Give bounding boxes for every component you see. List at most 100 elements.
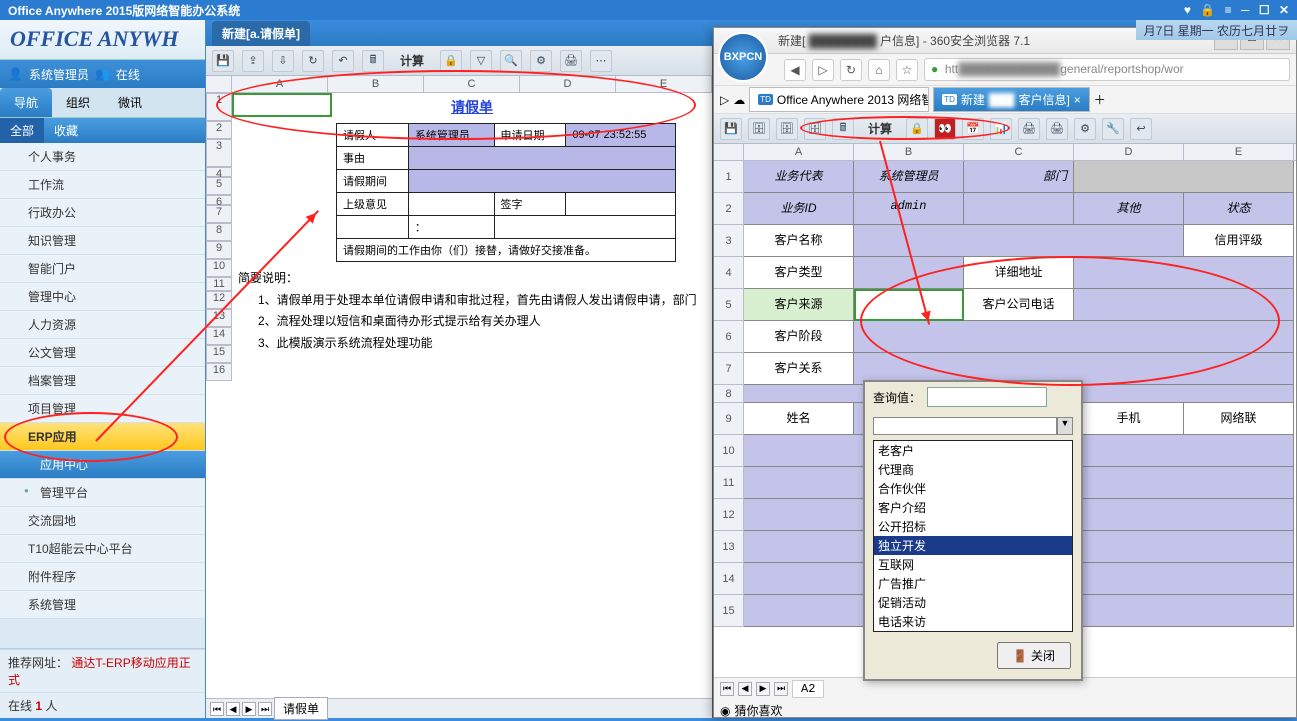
row-2[interactable]: 2 bbox=[206, 121, 232, 139]
tab2-close-icon[interactable]: × bbox=[1074, 93, 1081, 107]
row-8[interactable]: 8 bbox=[206, 223, 232, 241]
cell-custtype-val[interactable] bbox=[854, 257, 964, 289]
refresh-icon[interactable]: ↻ bbox=[302, 50, 324, 72]
bw-lock-icon[interactable]: 🔒 bbox=[906, 118, 928, 140]
row-11[interactable]: 11 bbox=[206, 277, 232, 291]
corner-cell[interactable] bbox=[206, 76, 232, 92]
bw-nav-next[interactable]: ▶ bbox=[756, 682, 770, 696]
bw-calc-icon[interactable]: 🖩 bbox=[832, 118, 854, 140]
combo-input[interactable] bbox=[873, 417, 1057, 435]
radio-icon[interactable]: ◉ bbox=[720, 704, 730, 718]
bw-db3-icon[interactable]: 🗄 bbox=[804, 118, 826, 140]
bw-rh-2[interactable]: 2 bbox=[714, 193, 744, 225]
opt-5[interactable]: 独立开发 bbox=[874, 536, 1072, 555]
lock-icon[interactable]: 🔒 bbox=[440, 50, 462, 72]
bw-rh-5[interactable]: 5 bbox=[714, 289, 744, 321]
bw-col-d[interactable]: D bbox=[1074, 144, 1184, 160]
menu-addon[interactable]: 附件程序 bbox=[0, 563, 205, 591]
bw-col-e[interactable]: E bbox=[1184, 144, 1294, 160]
menu-icon[interactable]: ≡ bbox=[1225, 3, 1232, 17]
bw-rh-4[interactable]: 4 bbox=[714, 257, 744, 289]
col-b[interactable]: B bbox=[328, 76, 424, 92]
close-button[interactable]: 🚪 关闭 bbox=[997, 642, 1071, 669]
row-10[interactable]: 10 bbox=[206, 259, 232, 277]
bw-corner[interactable] bbox=[714, 144, 744, 160]
cell-sign-val[interactable] bbox=[566, 193, 676, 216]
nav-tab-zuzhi[interactable]: 组织 bbox=[52, 88, 104, 117]
url-field[interactable]: ● htt████████████general/reportshop/wor bbox=[924, 58, 1290, 81]
row-1[interactable]: 1 bbox=[206, 93, 232, 121]
sub-tab-all[interactable]: 全部 bbox=[0, 118, 44, 143]
more-icon[interactable]: ⋯ bbox=[590, 50, 612, 72]
bw-tools-icon[interactable]: 🔧 bbox=[1102, 118, 1124, 140]
cell-custphone-val[interactable] bbox=[1074, 289, 1294, 321]
sheet-nav-last[interactable]: ⏭ bbox=[258, 702, 272, 716]
bw-rh-3[interactable]: 3 bbox=[714, 225, 744, 257]
save-icon[interactable]: 💾 bbox=[212, 50, 234, 72]
bw-save-icon[interactable]: 💾 bbox=[720, 118, 742, 140]
binoculars-icon[interactable]: 🔍 bbox=[500, 50, 522, 72]
row-13[interactable]: 13 bbox=[206, 309, 232, 327]
print-icon[interactable]: 🖨 bbox=[560, 50, 582, 72]
bw-calc-button[interactable]: 计算 bbox=[860, 117, 900, 140]
calc-button[interactable]: 计算 bbox=[392, 49, 432, 72]
sheet-nav-prev[interactable]: ◀ bbox=[226, 702, 240, 716]
nav-tab-daohang[interactable]: 导航 bbox=[0, 88, 52, 117]
menu-admin[interactable]: 行政办公 bbox=[0, 199, 205, 227]
menu-workflow[interactable]: 工作流 bbox=[0, 171, 205, 199]
menu-archive[interactable]: 档案管理 bbox=[0, 367, 205, 395]
bw-exit-icon[interactable]: ↩ bbox=[1130, 118, 1152, 140]
col-d[interactable]: D bbox=[520, 76, 616, 92]
bw-rh-8[interactable]: 8 bbox=[714, 385, 744, 403]
query-input[interactable] bbox=[927, 387, 1047, 407]
bw-rh-12[interactable]: 12 bbox=[714, 499, 744, 531]
cell-dept-val[interactable] bbox=[1074, 161, 1294, 193]
bw-rh-11[interactable]: 11 bbox=[714, 467, 744, 499]
sub-tab-fav[interactable]: 收藏 bbox=[44, 118, 88, 143]
row-9[interactable]: 9 bbox=[206, 241, 232, 259]
cloud-icon[interactable]: ☁ bbox=[733, 93, 745, 107]
lock-icon[interactable]: 🔒 bbox=[1200, 3, 1215, 17]
bw-col-b[interactable]: B bbox=[854, 144, 964, 160]
menu-erp[interactable]: ERP应用 bbox=[0, 423, 205, 451]
menu-project[interactable]: 项目管理 bbox=[0, 395, 205, 423]
opt-2[interactable]: 合作伙伴 bbox=[874, 479, 1072, 498]
row-4[interactable]: 4 bbox=[206, 167, 232, 177]
bw-print2-icon[interactable]: 🖨 bbox=[1046, 118, 1068, 140]
menu-docs[interactable]: 公文管理 bbox=[0, 339, 205, 367]
sheet-tab-leave[interactable]: 请假单 bbox=[274, 697, 328, 720]
row-12[interactable]: 12 bbox=[206, 291, 232, 309]
opt-3[interactable]: 客户介绍 bbox=[874, 498, 1072, 517]
cell-custphase-val[interactable] bbox=[854, 321, 1294, 353]
menu-mgmtcenter[interactable]: 管理中心 bbox=[0, 283, 205, 311]
opt-1[interactable]: 代理商 bbox=[874, 460, 1072, 479]
cell-addr-val[interactable] bbox=[1074, 257, 1294, 289]
menu-appcenter[interactable]: 应用中心 bbox=[0, 451, 205, 479]
ws-tab[interactable]: 新建[a.请假单] bbox=[212, 21, 310, 46]
bw-col-a[interactable]: A bbox=[744, 144, 854, 160]
home-icon[interactable]: ⌂ bbox=[868, 59, 890, 81]
bw-rh-6[interactable]: 6 bbox=[714, 321, 744, 353]
sheet-nav-first[interactable]: ⏮ bbox=[210, 702, 224, 716]
bw-binoculars-icon[interactable]: 👀 bbox=[934, 118, 956, 140]
new-tab-icon[interactable]: ＋ bbox=[1094, 91, 1106, 108]
back-icon[interactable]: ◀ bbox=[784, 59, 806, 81]
opt-9[interactable]: 电话来访 bbox=[874, 612, 1072, 631]
nav-tab-weixun[interactable]: 微讯 bbox=[104, 88, 156, 117]
cell-custname-val[interactable] bbox=[854, 225, 1184, 257]
calc-icon[interactable]: 🖩 bbox=[362, 50, 384, 72]
undo-icon[interactable]: ↶ bbox=[332, 50, 354, 72]
bw-nav-first[interactable]: ⏮ bbox=[720, 682, 734, 696]
bw-rh-15[interactable]: 15 bbox=[714, 595, 744, 627]
reload-icon[interactable]: ↻ bbox=[840, 59, 862, 81]
opt-6[interactable]: 互联网 bbox=[874, 555, 1072, 574]
bw-db1-icon[interactable]: 🗄 bbox=[748, 118, 770, 140]
maximize-icon[interactable]: ☐ bbox=[1259, 3, 1270, 17]
import-icon[interactable]: ⇩ bbox=[272, 50, 294, 72]
opt-0[interactable]: 老客户 bbox=[874, 441, 1072, 460]
bw-excel-icon[interactable]: 📊 bbox=[990, 118, 1012, 140]
cell-opinion-val[interactable] bbox=[408, 193, 494, 216]
star-icon[interactable]: ☆ bbox=[896, 59, 918, 81]
menu-hr[interactable]: 人力资源 bbox=[0, 311, 205, 339]
sheet-nav-next[interactable]: ▶ bbox=[242, 702, 256, 716]
